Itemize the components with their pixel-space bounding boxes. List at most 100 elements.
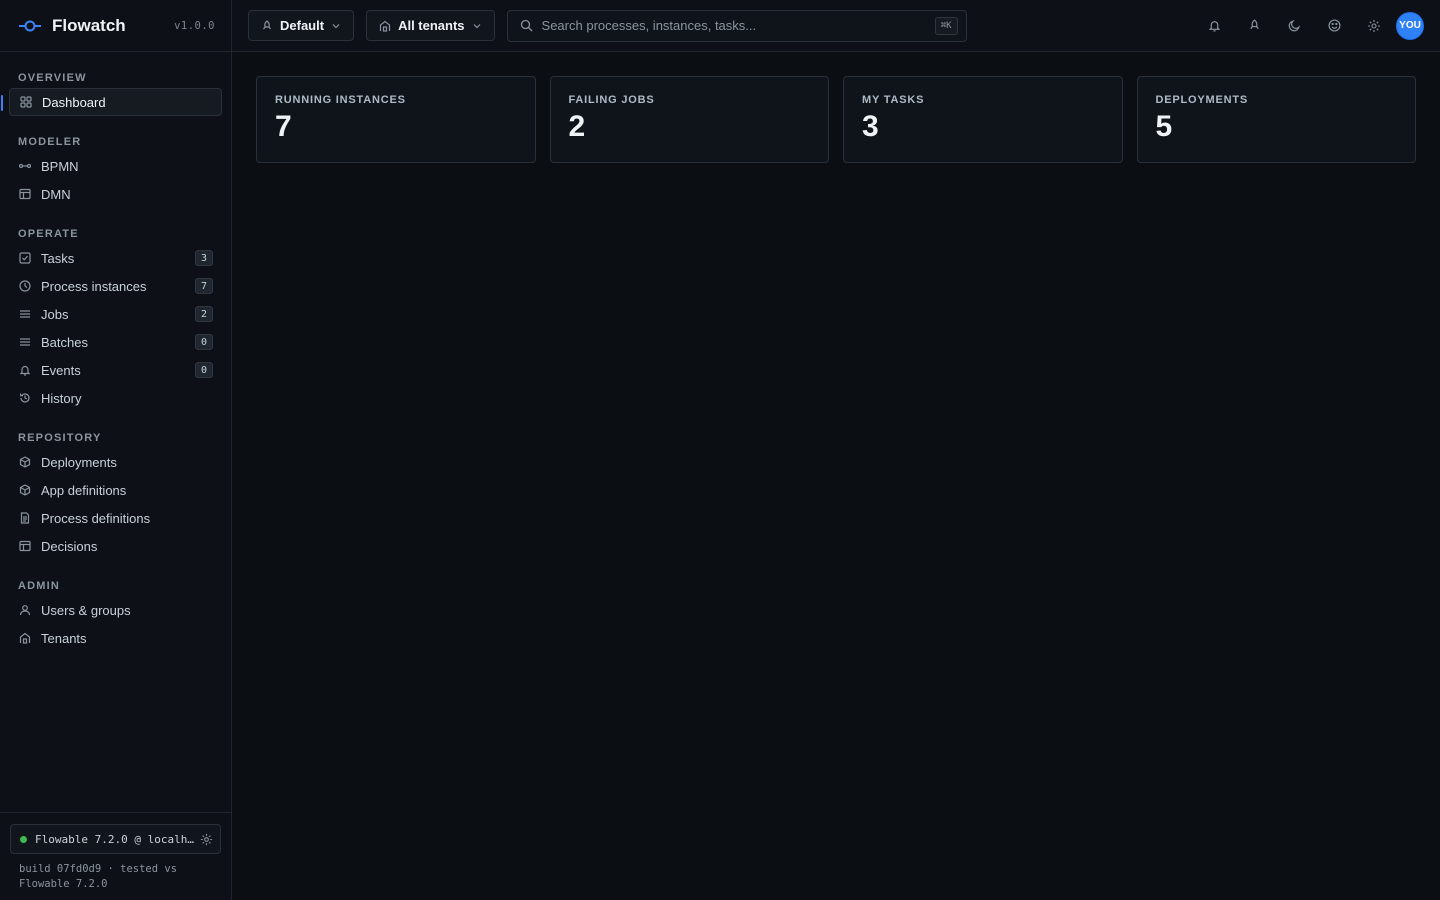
- stat-label: RUNNING INSTANCES: [275, 94, 406, 106]
- smiley-icon: [1327, 19, 1341, 32]
- stat-card-my-tasks[interactable]: MY TASKS 3: [843, 76, 1123, 163]
- flow-logo-icon: [18, 19, 42, 33]
- stat-value: 5: [1155, 110, 1173, 143]
- sidebar-item-events[interactable]: Events 0: [9, 356, 222, 384]
- package-icon: [18, 455, 32, 469]
- stat-value: 7: [275, 110, 292, 143]
- top-actions: YOU: [1194, 10, 1424, 42]
- sidebar-item-process-definitions[interactable]: Process definitions: [9, 504, 222, 532]
- sidebar-item-decisions[interactable]: Decisions: [9, 532, 222, 560]
- sidebar-item-tenants[interactable]: Tenants: [9, 624, 222, 652]
- sidebar-item-deployments[interactable]: Deployments: [9, 448, 222, 476]
- build-line: Flowable 7.2.0: [19, 878, 108, 890]
- count-badge: 2: [195, 306, 213, 322]
- app-version: v1.0.0: [174, 19, 215, 32]
- section-admin: ADMIN Users & groups Tenants: [0, 570, 231, 652]
- count-badge: 3: [195, 250, 213, 266]
- section-title: REPOSITORY: [18, 432, 102, 444]
- feedback-button[interactable]: [1314, 10, 1354, 42]
- deploy-button[interactable]: [1234, 10, 1274, 42]
- sidebar-item-users-groups[interactable]: Users & groups: [9, 596, 222, 624]
- topbar: Default All tenants ⌘K: [232, 0, 1440, 52]
- tenant-label: All tenants: [398, 18, 465, 33]
- dashboard-main: RUNNING INSTANCES 7 FAILING JOBS 2 MY TA…: [232, 52, 1440, 900]
- theme-toggle-button[interactable]: [1274, 10, 1314, 42]
- stat-value: 3: [862, 110, 879, 143]
- sidebar-item-jobs[interactable]: Jobs 2: [9, 300, 222, 328]
- search-box[interactable]: ⌘K: [506, 9, 967, 42]
- sidebar-item-label: Jobs: [41, 306, 69, 322]
- section-title: OPERATE: [18, 228, 79, 240]
- environment-selector[interactable]: Default: [248, 10, 355, 41]
- stat-card-failing-jobs[interactable]: FAILING JOBS 2: [549, 76, 829, 163]
- stat-label: FAILING JOBS: [568, 94, 655, 106]
- chevron-down-icon: [472, 21, 482, 31]
- document-icon: [18, 511, 32, 525]
- table-icon: [18, 539, 32, 553]
- list-icon: [18, 307, 32, 321]
- sidebar-item-history[interactable]: History: [9, 384, 222, 412]
- avatar[interactable]: YOU: [1396, 11, 1424, 40]
- gear-icon: [1367, 19, 1381, 33]
- package-icon: [18, 483, 32, 497]
- section-title: MODELER: [18, 136, 82, 148]
- stat-cards: RUNNING INSTANCES 7 FAILING JOBS 2 MY TA…: [256, 76, 1416, 163]
- settings-button[interactable]: [1354, 10, 1394, 42]
- table-icon: [18, 187, 32, 201]
- sidebar-item-dashboard[interactable]: Dashboard: [1, 88, 222, 116]
- chevron-down-icon: [331, 21, 341, 31]
- sidebar-item-label: Batches: [41, 334, 88, 350]
- sidebar-item-dmn[interactable]: DMN: [9, 180, 222, 208]
- sidebar-item-process-instances[interactable]: Process instances 7: [9, 272, 222, 300]
- sidebar-footer: Flowable 7.2.0 @ localhost build 07fd0d9…: [0, 812, 231, 900]
- tenant-selector[interactable]: All tenants: [366, 10, 495, 41]
- brand: Flowatch v1.0.0: [0, 0, 231, 52]
- stat-card-running-instances[interactable]: RUNNING INSTANCES 7: [256, 76, 536, 163]
- section-repository: REPOSITORY Deployments App definitions P…: [0, 422, 231, 560]
- section-title: OVERVIEW: [18, 72, 87, 84]
- sidebar: Flowatch v1.0.0 OVERVIEW Dashboard MODEL…: [0, 0, 232, 900]
- sidebar-item-label: Decisions: [41, 538, 98, 554]
- sidebar-item-label: History: [41, 390, 82, 406]
- list-icon: [18, 335, 32, 349]
- dashboard-icon: [19, 95, 33, 109]
- sidebar-item-label: Dashboard: [42, 94, 106, 110]
- sidebar-item-bpmn[interactable]: BPMN: [9, 152, 222, 180]
- stat-label: MY TASKS: [862, 94, 925, 106]
- task-icon: [18, 251, 32, 265]
- shortcut-hint: ⌘K: [934, 16, 958, 35]
- sidebar-nav: OVERVIEW Dashboard MODELER BPMN DMN OPER…: [0, 52, 231, 652]
- section-overview: OVERVIEW Dashboard: [0, 62, 231, 116]
- gear-icon[interactable]: [198, 831, 214, 847]
- sidebar-item-label: App definitions: [41, 482, 127, 498]
- app-name[interactable]: Flowatch: [52, 16, 174, 36]
- sidebar-item-batches[interactable]: Batches 0: [9, 328, 222, 356]
- stat-card-deployments[interactable]: DEPLOYMENTS 5: [1136, 76, 1416, 163]
- sidebar-item-label: Tasks: [41, 250, 75, 266]
- section-title: ADMIN: [18, 580, 61, 592]
- sidebar-item-label: BPMN: [41, 158, 79, 174]
- bell-icon: [1208, 19, 1221, 32]
- status-dot-icon: [20, 835, 27, 843]
- search-input[interactable]: [541, 18, 935, 33]
- engine-connection[interactable]: Flowable 7.2.0 @ localhost: [10, 824, 221, 854]
- count-badge: 0: [195, 362, 213, 378]
- build-line: build 07fd0d9 · tested vs: [19, 863, 178, 875]
- building-icon: [379, 20, 391, 32]
- search-icon: [520, 19, 533, 32]
- count-badge: 0: [195, 334, 213, 350]
- user-icon: [18, 603, 32, 617]
- sidebar-item-app-definitions[interactable]: App definitions: [9, 476, 222, 504]
- environment-label: Default: [280, 18, 325, 33]
- section-operate: OPERATE Tasks 3 Process instances 7 Jobs…: [0, 218, 231, 412]
- sidebar-item-label: DMN: [41, 186, 71, 202]
- sidebar-item-label: Process instances: [41, 278, 147, 294]
- sidebar-item-label: Deployments: [41, 454, 117, 470]
- bpmn-icon: [18, 159, 32, 173]
- rocket-icon: [261, 19, 273, 32]
- sidebar-item-label: Events: [41, 362, 81, 378]
- stat-value: 2: [568, 110, 586, 143]
- notifications-button[interactable]: [1194, 10, 1234, 42]
- sidebar-item-label: Users & groups: [41, 602, 131, 618]
- sidebar-item-tasks[interactable]: Tasks 3: [9, 244, 222, 272]
